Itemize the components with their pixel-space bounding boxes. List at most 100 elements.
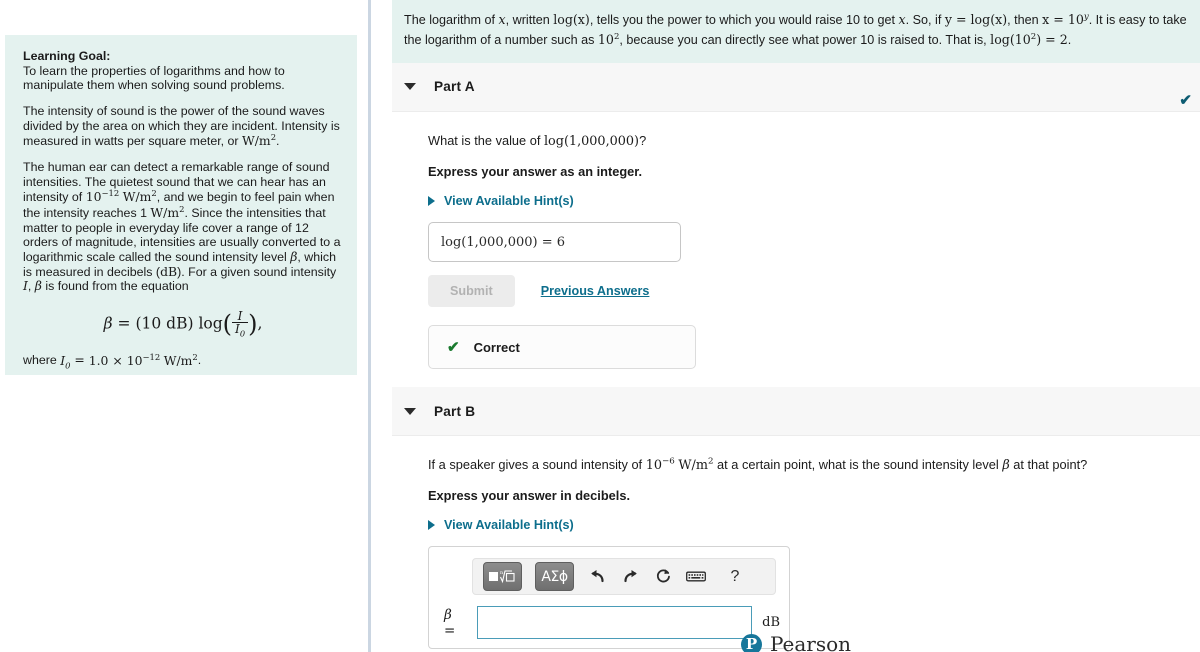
where-clause: where I0 = 1.0 × 10−12 W/m2. (23, 351, 343, 371)
eq-beta: β (103, 314, 113, 333)
svg-text:n: n (500, 570, 504, 576)
part-a-header[interactable]: Part A ✔ (392, 62, 1200, 112)
I0-symbol: I0 (60, 352, 71, 371)
help-question-icon[interactable]: ? (725, 567, 745, 587)
part-a-feedback-label: Correct (473, 339, 520, 355)
eq-paren-open: ( (222, 309, 233, 338)
part-b-instruction: Express your answer in decibels. (428, 488, 630, 504)
learning-goal-block: Learning Goal: To learn the properties o… (23, 49, 343, 93)
intro-a3: , tells you the power to which you would… (589, 13, 899, 27)
where-unit: W/m2 (163, 351, 198, 368)
eq-frac-num: I (232, 310, 249, 324)
part-b-title: Part B (434, 403, 476, 419)
part-a-question-pre: What is the value of (428, 132, 544, 148)
learning-goal-title: Learning Goal: (23, 49, 111, 63)
undo-arrow-icon[interactable] (587, 567, 607, 587)
check-icon: ✔ (447, 339, 460, 357)
part-a-question-math: log(1,000,000) (543, 133, 640, 149)
intro-ten-squared: 102 (597, 32, 620, 48)
intro-a4: . So, if (905, 13, 945, 27)
part-a-previous-answers-link[interactable]: Previous Answers (541, 284, 650, 298)
eq-coefficient: (10 dB) (135, 314, 194, 333)
part-b-intensity: 10−6 (645, 456, 675, 474)
part-a-submit-button[interactable]: Submit (428, 275, 515, 308)
part-a-answer-value: log(1,000,000) = 6 (441, 234, 566, 250)
part-a-feedback-box: ✔ Correct (428, 325, 696, 370)
pearson-logo-icon: P (740, 633, 762, 652)
pearson-footer: P Pearson (392, 632, 1200, 652)
part-b-unit: W/m2 (678, 456, 714, 474)
intro-x1: x (498, 12, 506, 27)
part-b-question-pre: If a speaker gives a sound intensity of (428, 457, 646, 473)
part-a-question-post: ? (639, 132, 647, 148)
part-b-question-mid: at a certain point, what is the sound in… (713, 457, 1003, 473)
where-equals: = (70, 352, 89, 368)
unit-watts-per-m2: W/m2 (242, 132, 277, 149)
range-text-e: ). For a given sound intensity (177, 264, 337, 279)
vertical-divider (368, 0, 371, 652)
intro-log-10-2: log(102) = 2 (990, 32, 1068, 48)
reset-circle-icon[interactable] (653, 567, 673, 587)
range-text-f: , (27, 279, 35, 294)
math-toolbar: n ΑΣϕ ? (472, 558, 776, 596)
intro-a2: , written (505, 13, 554, 27)
part-a-title: Part A (434, 79, 475, 95)
pearson-brand-label: Pearson (769, 632, 852, 652)
part-a-hints-link[interactable]: View Available Hint(s) (428, 194, 574, 208)
intro-x2: x (898, 12, 906, 27)
learning-goal-panel: Learning Goal: To learn the properties o… (5, 35, 357, 375)
part-b-unit-label: dB (762, 615, 780, 631)
greek-symbols-label: ΑΣϕ (541, 568, 568, 585)
period: . (276, 134, 280, 149)
part-a-answer-input[interactable]: log(1,000,000) = 6 (428, 222, 681, 263)
intro-x-eq-10y: x = 10y (1042, 11, 1089, 27)
eq-equals: = (117, 314, 131, 333)
where-period: . (197, 353, 202, 368)
eq-comma: , (257, 314, 263, 333)
part-b-question-post: at that point? (1009, 457, 1088, 473)
intro-a1: The logarithm of (404, 13, 499, 27)
part-b-body: If a speaker gives a sound intensity of … (392, 436, 1200, 652)
db-unit: dB (160, 263, 178, 279)
chevron-down-icon[interactable] (404, 83, 416, 91)
chevron-right-icon (428, 520, 435, 531)
check-icon: ✔ (1179, 91, 1192, 109)
eq-frac-den: I0 (235, 322, 246, 339)
where-value: 1.0 × 10−12 (88, 351, 161, 368)
logarithm-intro: The logarithm of x, written log(x), tell… (392, 0, 1200, 63)
range-paragraph: The human ear can detect a remarkable ra… (23, 160, 343, 294)
where-label: where (23, 353, 61, 368)
intro-y-eq-logx: y = log(x) (944, 12, 1008, 27)
ten-to-neg-12: 10−12 (85, 188, 120, 205)
eq-fraction: I I0 (232, 310, 249, 339)
intensity-text: The intensity of sound is the power of t… (23, 103, 340, 149)
unit-watts-per-m2-c: W/m2 (150, 203, 185, 220)
beta-symbol-2: β (34, 278, 42, 294)
beta-symbol-3: β (1002, 458, 1010, 474)
learning-goal-text: To learn the properties of logarithms an… (23, 63, 285, 93)
intro-logx: log(x) (553, 12, 590, 27)
part-b-hints-label: View Available Hint(s) (444, 518, 574, 533)
intro-a7: , because you can directly see what powe… (619, 33, 991, 48)
unit-watts-per-m2-b: W/m2 (122, 188, 157, 205)
intro-a8: . (1067, 33, 1072, 48)
help-label: ? (730, 567, 740, 585)
part-b-hints-link[interactable]: View Available Hint(s) (428, 518, 574, 532)
part-b-question: If a speaker gives a sound intensity of … (428, 456, 1188, 474)
part-b-header[interactable]: Part B (392, 387, 1200, 437)
math-template-icon[interactable]: n (483, 562, 522, 592)
beta-equation: β = (10 dB) log(I I0), (23, 310, 343, 339)
intensity-paragraph: The intensity of sound is the power of t… (23, 104, 343, 149)
eq-log: log (198, 314, 223, 333)
part-a-question: What is the value of log(1,000,000)? (428, 132, 1188, 150)
page-root: Learning Goal: To learn the properties o… (0, 0, 1200, 652)
part-a-instruction: Express your answer as an integer. (428, 164, 643, 180)
part-a-body: What is the value of log(1,000,000)? Exp… (392, 112, 1200, 387)
chevron-right-icon (428, 196, 435, 207)
redo-arrow-icon[interactable] (620, 567, 640, 587)
chevron-down-icon[interactable] (404, 407, 416, 415)
problem-column: The logarithm of x, written log(x), tell… (392, 0, 1200, 652)
keyboard-icon[interactable] (686, 567, 706, 587)
range-text-g: is found from the equation (41, 279, 189, 294)
greek-symbols-icon[interactable]: ΑΣϕ (535, 562, 574, 592)
